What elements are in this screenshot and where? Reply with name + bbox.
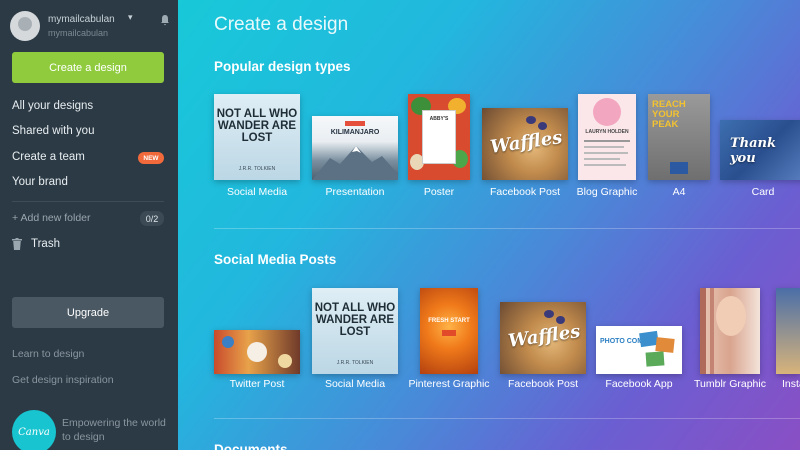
thumbnail: REACH YOUR PEAK [648, 94, 710, 180]
thumb-word: Waffles [488, 127, 564, 158]
card-label: Facebook Post [507, 378, 579, 390]
main-content: Create a design Popular design types NOT… [178, 0, 800, 450]
card-label: Social Media [324, 378, 386, 390]
card-label: Poster [423, 186, 455, 198]
add-folder-link[interactable]: + Add new folder [12, 212, 91, 224]
card-label: Social Media [226, 186, 288, 198]
new-badge: NEW [138, 152, 164, 164]
thumb-quote: NOT ALL WHO WANDER ARE LOST [216, 108, 298, 145]
thumbnail: NOT ALL WHO WANDER ARE LOST J.R.R. TOLKI… [214, 94, 300, 180]
divider [12, 201, 164, 202]
thumbnail: FRESH START [420, 288, 478, 374]
poster-card: ABBY'S [422, 110, 456, 164]
folder-count-badge: 0/2 [140, 211, 164, 226]
thumbnail: ABBY'S [408, 94, 470, 180]
thumb-title: KILIMANJARO [330, 129, 380, 136]
card-label: Insta [782, 378, 800, 390]
sidebar-item-trash[interactable]: Trash [31, 238, 60, 250]
card-label: Tumblr Graphic [694, 378, 766, 390]
mountain-image [312, 146, 398, 180]
canva-logo: Canva [12, 410, 56, 450]
design-inspiration-link[interactable]: Get design inspiration [12, 374, 114, 386]
sidebar-item-all-designs[interactable]: All your designs [12, 100, 93, 112]
thumbnail [214, 330, 300, 374]
card-label: Facebook App [605, 378, 673, 390]
section-title-social: Social Media Posts [214, 252, 337, 267]
card-label: Twitter Post [229, 378, 285, 390]
user-subtext: mymailcabulan [48, 28, 109, 38]
card-label: Pinterest Graphic [408, 378, 490, 390]
thumbnail: NOT ALL WHO WANDER ARE LOST J.R.R. TOLKI… [312, 288, 398, 374]
bell-icon[interactable] [160, 14, 170, 29]
page-title: Create a design [214, 14, 349, 35]
card-label: Card [751, 186, 775, 198]
thumbnail: Thank you [720, 120, 800, 180]
tagline: Empowering the world to design [62, 417, 166, 443]
section-divider [214, 228, 800, 229]
avatar[interactable] [10, 11, 40, 41]
create-design-button[interactable]: Create a design [12, 52, 164, 83]
thumbnail [776, 288, 800, 374]
section-title-popular: Popular design types [214, 59, 351, 74]
sidebar-item-create-team[interactable]: Create a team [12, 151, 85, 163]
learn-design-link[interactable]: Learn to design [12, 348, 84, 360]
thumb-author: J.R.R. TOLKIEN [238, 166, 276, 172]
trash-icon[interactable] [12, 238, 22, 250]
user-name[interactable]: mymailcabulan [48, 14, 115, 25]
thumbnail: Waffles [482, 108, 568, 180]
sidebar-item-brand[interactable]: Your brand [12, 176, 68, 188]
thumbnail: PHOTO COMP [596, 326, 682, 374]
section-title-documents: Documents [214, 442, 288, 450]
sidebar-item-shared[interactable]: Shared with you [12, 125, 94, 137]
sidebar: mymailcabulan ▾ mymailcabulan Create a d… [0, 0, 178, 450]
thumbnail: KILIMANJARO [312, 116, 398, 180]
thumbnail: Waffles [500, 302, 586, 374]
chevron-down-icon[interactable]: ▾ [128, 12, 133, 23]
user-menu[interactable]: mymailcabulan ▾ mymailcabulan [10, 8, 170, 44]
upgrade-button[interactable]: Upgrade [12, 297, 164, 328]
section-divider [214, 418, 800, 419]
thumbnail: LAURYN HOLDEN [578, 94, 636, 180]
thumbnail [700, 288, 760, 374]
